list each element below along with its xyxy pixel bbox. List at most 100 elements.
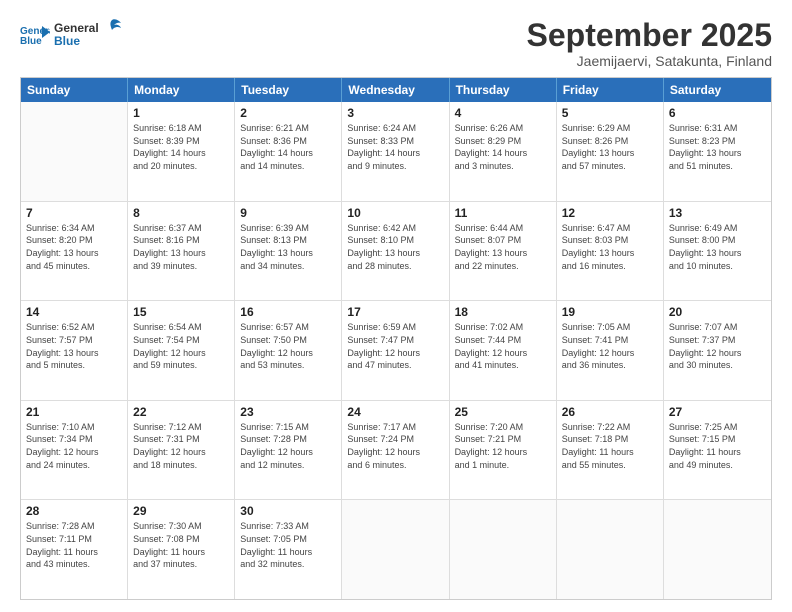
day-header: Thursday (450, 78, 557, 102)
day-number: 15 (133, 305, 229, 319)
calendar-cell: 2 Sunrise: 6:21 AM Sunset: 8:36 PM Daylig… (235, 102, 342, 201)
calendar-cell (450, 500, 557, 599)
logo-icon: General Blue (20, 22, 50, 46)
cell-info: Sunrise: 7:22 AM Sunset: 7:18 PM Dayligh… (562, 421, 658, 471)
calendar-cell: 15Sunrise: 6:54 AM Sunset: 7:54 PM Dayli… (128, 301, 235, 400)
calendar-cell: 21 Sunrise: 7:10 AM Sunset: 7:34 PM Dayli… (21, 401, 128, 500)
logo: General Blue General Blue (20, 18, 124, 50)
cell-info: Sunrise: 6:18 AM Sunset: 8:39 PM Dayligh… (133, 122, 229, 172)
calendar-cell: 7Sunrise: 6:34 AM Sunset: 8:20 PM Daylig… (21, 202, 128, 301)
day-number: 23 (240, 405, 336, 419)
day-header: Saturday (664, 78, 771, 102)
cell-info: Sunrise: 6:59 AM Sunset: 7:47 PM Dayligh… (347, 321, 443, 371)
day-number: 22 (133, 405, 229, 419)
day-number: 30 (240, 504, 336, 518)
calendar-cell: 27 Sunrise: 7:25 AM Sunset: 7:15 PM Dayli… (664, 401, 771, 500)
day-number: 24 (347, 405, 443, 419)
cell-info: Sunrise: 6:52 AM Sunset: 7:57 PM Dayligh… (26, 321, 122, 371)
day-header: Sunday (21, 78, 128, 102)
cell-info: Sunrise: 6:34 AM Sunset: 8:20 PM Dayligh… (26, 222, 122, 272)
cell-info: Sunrise: 6:49 AM Sunset: 8:00 PM Dayligh… (669, 222, 766, 272)
day-number: 4 (455, 106, 551, 120)
cell-info: Sunrise: 7:12 AM Sunset: 7:31 PM Dayligh… (133, 421, 229, 471)
svg-text:Blue: Blue (20, 36, 42, 46)
day-number: 3 (347, 106, 443, 120)
calendar-row: 14Sunrise: 6:52 AM Sunset: 7:57 PM Dayli… (21, 301, 771, 401)
cell-info: Sunrise: 7:02 AM Sunset: 7:44 PM Dayligh… (455, 321, 551, 371)
day-number: 27 (669, 405, 766, 419)
calendar-cell: 12 Sunrise: 6:47 AM Sunset: 8:03 PM Dayli… (557, 202, 664, 301)
calendar-cell (664, 500, 771, 599)
calendar-cell: 29Sunrise: 7:30 AM Sunset: 7:08 PM Dayli… (128, 500, 235, 599)
day-number: 18 (455, 305, 551, 319)
cell-info: Sunrise: 6:47 AM Sunset: 8:03 PM Dayligh… (562, 222, 658, 272)
day-header: Tuesday (235, 78, 342, 102)
calendar-cell: 19 Sunrise: 7:05 AM Sunset: 7:41 PM Dayli… (557, 301, 664, 400)
location: Jaemijaervi, Satakunta, Finland (527, 53, 772, 69)
cell-info: Sunrise: 7:20 AM Sunset: 7:21 PM Dayligh… (455, 421, 551, 471)
day-number: 19 (562, 305, 658, 319)
calendar-body: 1 Sunrise: 6:18 AM Sunset: 8:39 PM Daylig… (21, 102, 771, 599)
cell-info: Sunrise: 7:25 AM Sunset: 7:15 PM Dayligh… (669, 421, 766, 471)
cell-info: Sunrise: 6:44 AM Sunset: 8:07 PM Dayligh… (455, 222, 551, 272)
calendar-cell: 23 Sunrise: 7:15 AM Sunset: 7:28 PM Dayli… (235, 401, 342, 500)
day-number: 28 (26, 504, 122, 518)
calendar-cell: 8 Sunrise: 6:37 AM Sunset: 8:16 PM Daylig… (128, 202, 235, 301)
cell-info: Sunrise: 6:29 AM Sunset: 8:26 PM Dayligh… (562, 122, 658, 172)
day-header: Wednesday (342, 78, 449, 102)
calendar-row: 21 Sunrise: 7:10 AM Sunset: 7:34 PM Dayli… (21, 401, 771, 501)
cell-info: Sunrise: 7:28 AM Sunset: 7:11 PM Dayligh… (26, 520, 122, 570)
calendar-cell: 3Sunrise: 6:24 AM Sunset: 8:33 PM Daylig… (342, 102, 449, 201)
day-header: Friday (557, 78, 664, 102)
cell-info: Sunrise: 6:21 AM Sunset: 8:36 PM Dayligh… (240, 122, 336, 172)
day-number: 2 (240, 106, 336, 120)
title-block: September 2025 Jaemijaervi, Satakunta, F… (527, 18, 772, 69)
calendar-cell: 5 Sunrise: 6:29 AM Sunset: 8:26 PM Daylig… (557, 102, 664, 201)
calendar: SundayMondayTuesdayWednesdayThursdayFrid… (20, 77, 772, 600)
cell-info: Sunrise: 6:37 AM Sunset: 8:16 PM Dayligh… (133, 222, 229, 272)
calendar-cell: 6Sunrise: 6:31 AM Sunset: 8:23 PM Daylig… (664, 102, 771, 201)
calendar-cell: 14Sunrise: 6:52 AM Sunset: 7:57 PM Dayli… (21, 301, 128, 400)
header: General Blue General Blue September 2025… (20, 18, 772, 69)
cell-info: Sunrise: 6:57 AM Sunset: 7:50 PM Dayligh… (240, 321, 336, 371)
day-number: 29 (133, 504, 229, 518)
day-number: 26 (562, 405, 658, 419)
day-number: 11 (455, 206, 551, 220)
day-number: 1 (133, 106, 229, 120)
logo-bird-icon: General Blue (54, 18, 124, 50)
calendar-cell: 28 Sunrise: 7:28 AM Sunset: 7:11 PM Dayli… (21, 500, 128, 599)
cell-info: Sunrise: 6:26 AM Sunset: 8:29 PM Dayligh… (455, 122, 551, 172)
calendar-cell: 17 Sunrise: 6:59 AM Sunset: 7:47 PM Dayli… (342, 301, 449, 400)
day-number: 16 (240, 305, 336, 319)
calendar-cell: 4 Sunrise: 6:26 AM Sunset: 8:29 PM Daylig… (450, 102, 557, 201)
calendar-header: SundayMondayTuesdayWednesdayThursdayFrid… (21, 78, 771, 102)
day-number: 9 (240, 206, 336, 220)
calendar-cell: 24 Sunrise: 7:17 AM Sunset: 7:24 PM Dayli… (342, 401, 449, 500)
day-number: 12 (562, 206, 658, 220)
day-number: 5 (562, 106, 658, 120)
calendar-row: 28 Sunrise: 7:28 AM Sunset: 7:11 PM Dayli… (21, 500, 771, 599)
cell-info: Sunrise: 7:07 AM Sunset: 7:37 PM Dayligh… (669, 321, 766, 371)
calendar-cell: 13 Sunrise: 6:49 AM Sunset: 8:00 PM Dayli… (664, 202, 771, 301)
day-number: 21 (26, 405, 122, 419)
day-number: 20 (669, 305, 766, 319)
day-number: 6 (669, 106, 766, 120)
calendar-cell: 22 Sunrise: 7:12 AM Sunset: 7:31 PM Dayli… (128, 401, 235, 500)
cell-info: Sunrise: 7:05 AM Sunset: 7:41 PM Dayligh… (562, 321, 658, 371)
day-number: 13 (669, 206, 766, 220)
day-number: 17 (347, 305, 443, 319)
month-title: September 2025 (527, 18, 772, 53)
day-number: 8 (133, 206, 229, 220)
cell-info: Sunrise: 6:42 AM Sunset: 8:10 PM Dayligh… (347, 222, 443, 272)
calendar-cell (21, 102, 128, 201)
cell-info: Sunrise: 7:10 AM Sunset: 7:34 PM Dayligh… (26, 421, 122, 471)
svg-text:Blue: Blue (54, 34, 80, 48)
calendar-row: 1 Sunrise: 6:18 AM Sunset: 8:39 PM Daylig… (21, 102, 771, 202)
cell-info: Sunrise: 7:17 AM Sunset: 7:24 PM Dayligh… (347, 421, 443, 471)
calendar-cell: 10Sunrise: 6:42 AM Sunset: 8:10 PM Dayli… (342, 202, 449, 301)
cell-info: Sunrise: 7:33 AM Sunset: 7:05 PM Dayligh… (240, 520, 336, 570)
calendar-cell: 9Sunrise: 6:39 AM Sunset: 8:13 PM Daylig… (235, 202, 342, 301)
cell-info: Sunrise: 7:15 AM Sunset: 7:28 PM Dayligh… (240, 421, 336, 471)
calendar-row: 7Sunrise: 6:34 AM Sunset: 8:20 PM Daylig… (21, 202, 771, 302)
svg-text:General: General (54, 21, 99, 35)
